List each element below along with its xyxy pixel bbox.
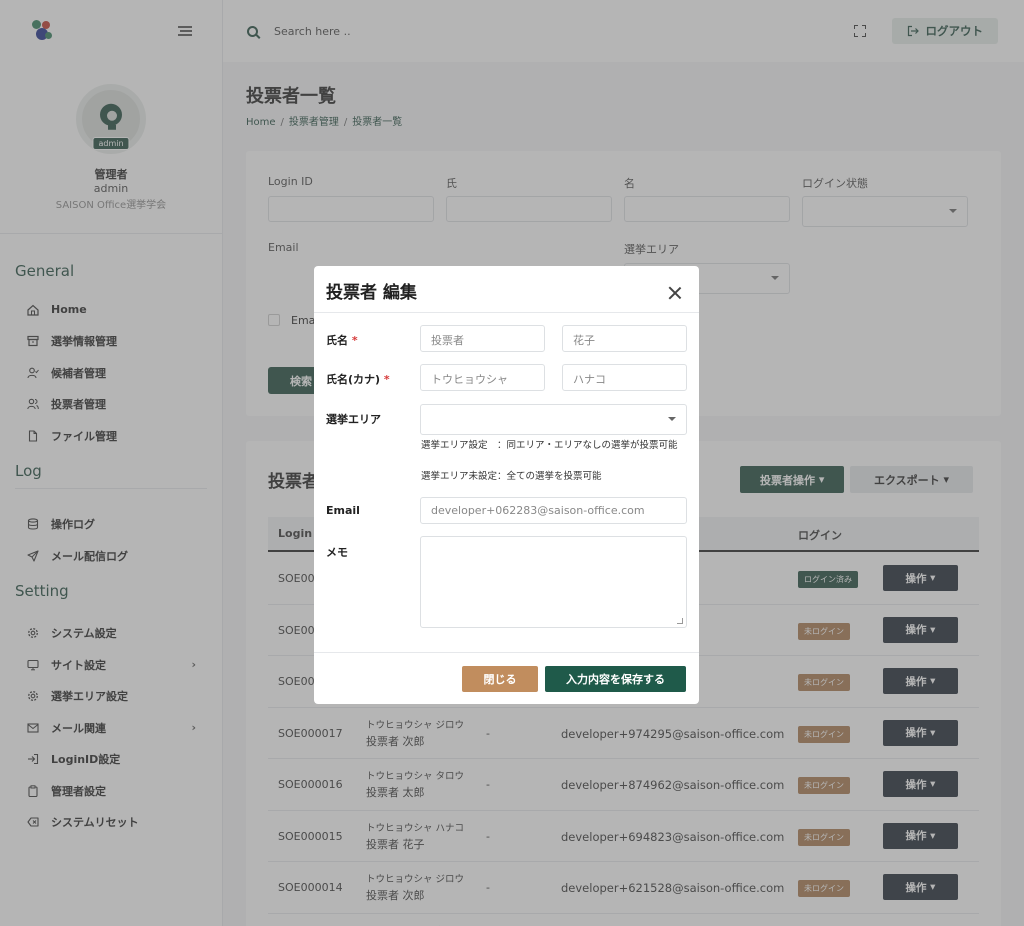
email-field[interactable]: developer+062283@saison-office.com <box>420 497 687 524</box>
name-label: 氏名 * <box>326 334 358 347</box>
edit-voter-modal: 投票者 編集 氏名 * 投票者 花子 氏名(カナ) * トウヒョウシャ ハナコ … <box>314 266 699 704</box>
sei-field[interactable]: 投票者 <box>420 325 545 352</box>
save-button[interactable]: 入力内容を保存する <box>545 666 686 692</box>
memo-label: メモ <box>326 546 348 559</box>
area-select[interactable] <box>420 404 687 435</box>
modal-footer: 閉じる 入力内容を保存する <box>314 652 699 704</box>
modal-header: 投票者 編集 <box>314 266 699 313</box>
mei-field[interactable]: 花子 <box>562 325 687 352</box>
area-label: 選挙エリア <box>326 413 381 426</box>
close-icon[interactable] <box>668 286 682 300</box>
area-hint-set: 選挙エリア設定 ：同エリア・エリアなしの選挙が投票可能 <box>421 440 678 451</box>
memo-textarea[interactable] <box>420 536 687 628</box>
resize-handle-icon[interactable] <box>677 618 683 624</box>
close-button[interactable]: 閉じる <box>462 666 538 692</box>
sei-kana-field[interactable]: トウヒョウシャ <box>420 364 545 391</box>
mei-kana-field[interactable]: ハナコ <box>562 364 687 391</box>
area-hint-unset: 選挙エリア未設定：全ての選挙を投票可能 <box>421 471 602 482</box>
kana-label: 氏名(カナ) * <box>326 373 390 386</box>
email-label: Email <box>326 504 360 517</box>
chevron-down-icon <box>668 417 676 421</box>
modal-title: 投票者 編集 <box>326 283 417 303</box>
